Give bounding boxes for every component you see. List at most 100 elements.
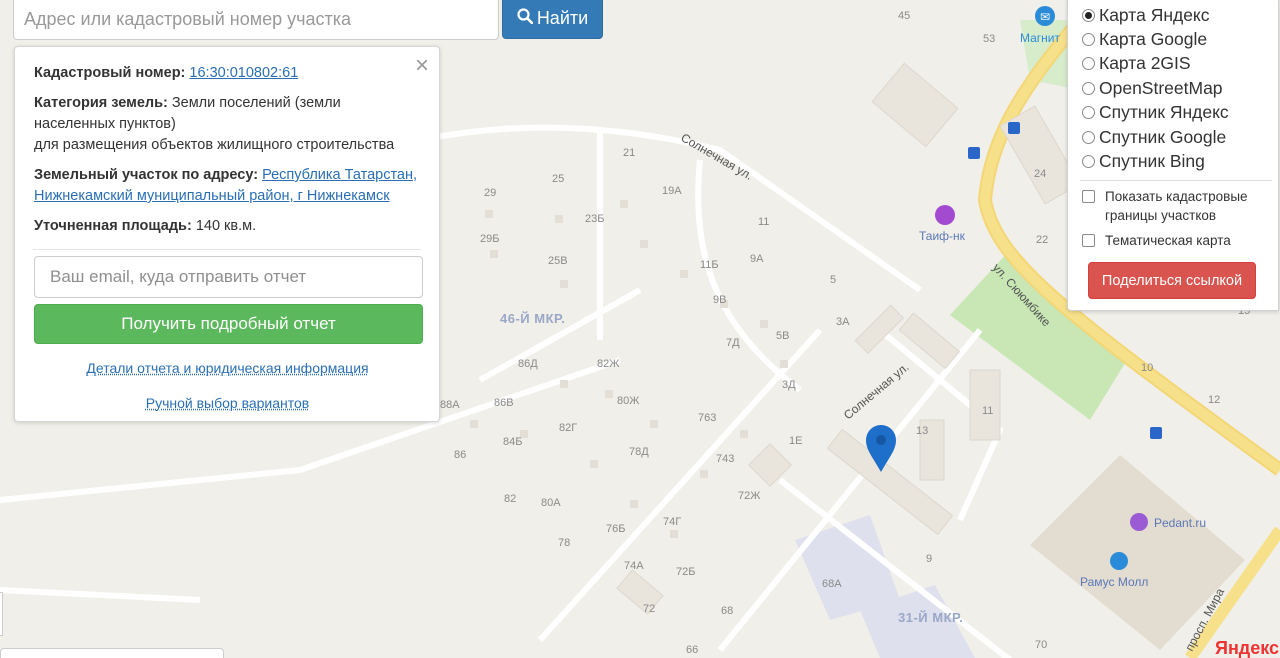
svg-text:Таиф-нк: Таиф-нк	[919, 229, 966, 243]
svg-text:5В: 5В	[776, 330, 789, 342]
district-label-46: 46-Й МКР.	[500, 311, 565, 326]
svg-text:22: 22	[1036, 234, 1048, 246]
svg-text:5: 5	[830, 274, 836, 286]
svg-text:78Д: 78Д	[629, 446, 649, 458]
area-label: Уточненная площадь:	[34, 218, 192, 234]
layer-option-osm[interactable]: OpenStreetMap	[1082, 76, 1278, 100]
svg-text:76Б: 76Б	[606, 523, 625, 535]
divider	[33, 249, 421, 250]
svg-text:11: 11	[758, 216, 769, 228]
svg-text:82Г: 82Г	[559, 422, 577, 434]
svg-text:21: 21	[623, 147, 635, 159]
layer-label: Карта Яндекс	[1099, 4, 1210, 25]
svg-text:13: 13	[916, 425, 928, 437]
radio-button[interactable]	[1082, 57, 1095, 71]
layer-option-2gis-map[interactable]: Карта 2GIS	[1082, 52, 1278, 76]
layer-label: Спутник Bing	[1099, 151, 1205, 172]
svg-text:68А: 68А	[822, 578, 842, 590]
email-field[interactable]	[34, 256, 423, 298]
svg-text:12: 12	[1208, 394, 1220, 406]
svg-text:82: 82	[504, 493, 516, 505]
bottom-panel-stub	[0, 648, 224, 658]
share-link-button[interactable]: Поделиться ссылкой	[1088, 262, 1256, 299]
svg-text:29: 29	[484, 187, 496, 199]
category-label: Категория земель:	[34, 95, 168, 111]
report-details-link[interactable]: Детали отчета и юридическая информация	[86, 360, 368, 376]
svg-text:53: 53	[983, 33, 995, 45]
cadastral-label: Кадастровый номер:	[34, 65, 186, 81]
layer-label: Спутник Яндекс	[1099, 102, 1229, 123]
divider	[1080, 179, 1272, 181]
svg-text:74А: 74А	[624, 560, 644, 572]
svg-text:3Д: 3Д	[782, 379, 796, 391]
area-row: Уточненная площадь: 140 кв.м.	[34, 216, 421, 237]
radio-button[interactable]	[1082, 130, 1095, 144]
pedant-poi[interactable]: Pedant.ru	[1130, 513, 1206, 531]
svg-text:9: 9	[926, 553, 932, 565]
svg-text:86: 86	[454, 449, 466, 461]
svg-text:80Ж: 80Ж	[617, 395, 639, 407]
thematic-map-toggle[interactable]: Тематическая карта	[1082, 231, 1278, 250]
svg-text:25В: 25В	[548, 255, 568, 267]
layer-label: Спутник Google	[1099, 126, 1227, 147]
svg-text:23Б: 23Б	[585, 213, 604, 225]
svg-text:Магнит: Магнит	[1020, 31, 1061, 45]
svg-text:Рамус Молл: Рамус Молл	[1080, 575, 1148, 589]
svg-text:72: 72	[643, 603, 655, 615]
svg-text:86В: 86В	[494, 397, 514, 409]
svg-text:Pedant.ru: Pedant.ru	[1154, 516, 1206, 530]
svg-text:24: 24	[1034, 168, 1046, 180]
svg-text:✉: ✉	[1040, 10, 1050, 24]
search-input[interactable]	[13, 0, 499, 40]
svg-text:70: 70	[1035, 639, 1047, 651]
svg-text:78: 78	[558, 537, 570, 549]
checkbox[interactable]	[1082, 233, 1095, 247]
layer-option-bing-satellite[interactable]: Спутник Bing	[1082, 149, 1278, 173]
get-report-button[interactable]: Получить подробный отчет	[34, 304, 423, 344]
radio-button[interactable]	[1082, 8, 1095, 22]
svg-text:82Ж: 82Ж	[597, 358, 619, 370]
radio-button[interactable]	[1082, 81, 1095, 95]
category-purpose: для размещения объектов жилищного строит…	[34, 137, 395, 153]
cadastral-borders-toggle[interactable]: Показать кадастровые границы участков	[1082, 187, 1278, 225]
parcel-info-card: × Кадастровый номер: 16:30:010802:61 Кат…	[14, 46, 440, 422]
left-edge-control[interactable]	[0, 592, 3, 636]
radio-button[interactable]	[1082, 155, 1095, 169]
svg-text:3А: 3А	[836, 316, 850, 328]
svg-text:11Б: 11Б	[700, 259, 719, 271]
layer-option-yandex-map[interactable]: Карта Яндекс	[1082, 3, 1278, 27]
svg-text:29Б: 29Б	[480, 233, 499, 245]
checkbox[interactable]	[1082, 189, 1095, 203]
land-category-row: Категория земель: Земли поселений (земли…	[34, 93, 421, 156]
svg-text:10: 10	[1141, 362, 1153, 374]
svg-text:86Д: 86Д	[518, 358, 538, 370]
svg-text:7Д: 7Д	[726, 337, 740, 349]
layer-option-yandex-satellite[interactable]: Спутник Яндекс	[1082, 101, 1278, 125]
svg-text:72Б: 72Б	[676, 566, 695, 578]
close-icon[interactable]: ×	[415, 52, 429, 80]
svg-text:19А: 19А	[662, 185, 682, 197]
radio-button[interactable]	[1082, 106, 1095, 120]
manual-selection-link[interactable]: Ручной выбор вариантов	[146, 395, 310, 411]
search-icon	[517, 8, 534, 29]
address-row: Земельный участок по адресу: Республика …	[34, 165, 421, 207]
layer-option-google-satellite[interactable]: Спутник Google	[1082, 125, 1278, 149]
svg-text:25: 25	[552, 173, 564, 185]
area-value: 140 кв.м.	[195, 218, 257, 234]
address-label: Земельный участок по адресу:	[34, 167, 259, 183]
layer-option-google-map[interactable]: Карта Google	[1082, 27, 1278, 51]
search-button[interactable]: Найти	[502, 0, 603, 39]
svg-text:45: 45	[898, 10, 910, 22]
map-layer-panel: Карта Яндекс Карта Google Карта 2GIS Ope…	[1067, 0, 1279, 311]
cadastral-borders-label: Показать кадастровые границы участков	[1105, 188, 1248, 223]
svg-text:11: 11	[982, 405, 993, 417]
layer-label: Карта Google	[1099, 29, 1208, 50]
cadastral-number-link[interactable]: 16:30:010802:61	[189, 65, 298, 81]
radio-button[interactable]	[1082, 33, 1095, 47]
svg-text:68: 68	[721, 605, 733, 617]
svg-text:74Г: 74Г	[663, 516, 681, 528]
district-label-31: 31-Й МКР.	[898, 610, 963, 625]
yandex-logo: Яндекс	[1215, 638, 1280, 658]
layer-label: OpenStreetMap	[1099, 77, 1223, 98]
svg-text:80А: 80А	[541, 497, 561, 509]
